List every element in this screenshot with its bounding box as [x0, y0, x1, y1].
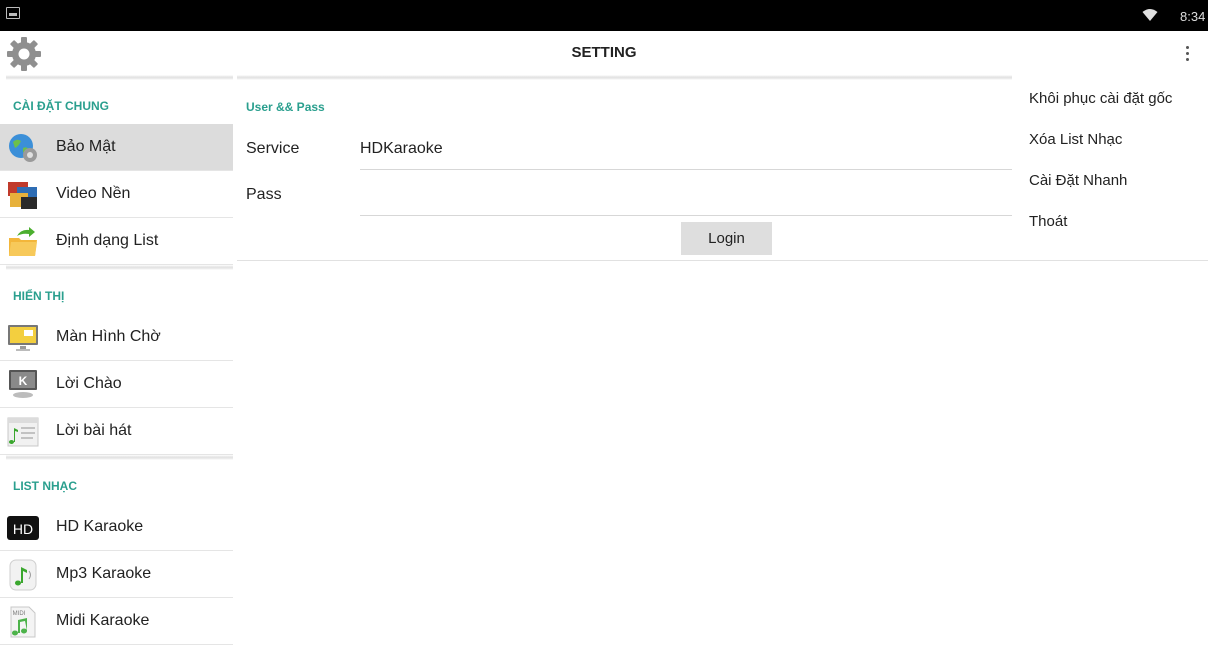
sidebar-item-label: Màn Hình Chờ — [56, 328, 161, 345]
sidebar-item-lyrics[interactable]: Lời bài hát — [0, 408, 233, 455]
svg-text:K: K — [19, 374, 28, 388]
folder-arrow-icon — [9, 227, 37, 256]
midi-file-icon: MIDI — [10, 606, 36, 638]
pass-row: Pass — [237, 170, 1012, 216]
security-panel: User && Pass Service HDKaraoke Pass Logi… — [237, 75, 1208, 261]
status-bar: 8:34 — [0, 0, 1208, 31]
sidebar-item-label: Bảo Mật — [56, 138, 116, 155]
sidebar-item-greeting[interactable]: K Lời Chào — [0, 361, 233, 408]
notification-image-icon — [6, 7, 20, 19]
login-button[interactable]: Login — [681, 222, 772, 255]
service-row: Service HDKaraoke — [237, 124, 1012, 170]
kde-monitor-icon: K — [9, 370, 37, 398]
sidebar-item-security[interactable]: Bảo Mật — [0, 124, 233, 171]
sidebar-item-screensaver[interactable]: Màn Hình Chờ — [0, 314, 233, 361]
section-title: User && Pass — [246, 100, 325, 114]
sidebar-item-hd-karaoke[interactable]: HD HD Karaoke — [0, 504, 233, 551]
menu-item-clear-music-list[interactable]: Xóa List Nhạc — [1012, 116, 1208, 157]
service-field[interactable]: HDKaraoke — [360, 140, 443, 158]
sidebar-item-label: Lời Chào — [56, 375, 122, 392]
globe-gear-icon — [9, 134, 37, 162]
monitor-icon — [8, 325, 38, 351]
page-title: SETTING — [571, 44, 637, 61]
sidebar-item-mp3-karaoke[interactable]: Mp3 Karaoke — [0, 551, 233, 598]
clock: 8:34 — [1180, 9, 1206, 24]
sidebar-item-label: Midi Karaoke — [56, 612, 150, 629]
svg-text:MIDI: MIDI — [13, 611, 26, 617]
overflow-menu: Khôi phục cài đặt gốc Xóa List Nhạc Cài … — [1012, 75, 1208, 239]
menu-item-quick-setup[interactable]: Cài Đặt Nhanh — [1012, 157, 1208, 198]
section-header-general: CÀI ĐẶT CHUNG — [13, 99, 109, 113]
sidebar-item-label: Mp3 Karaoke — [56, 565, 152, 582]
video-collage-icon — [8, 182, 37, 209]
overflow-menu-icon[interactable] — [1184, 46, 1190, 64]
service-label: Service — [246, 140, 300, 157]
sidebar-item-video-background[interactable]: Video Nền — [0, 171, 233, 218]
wifi-icon — [1142, 9, 1158, 21]
settings-sidebar: CÀI ĐẶT CHUNG Bảo Mật Video Nền Định dạn… — [0, 75, 233, 645]
svg-text:HD: HD — [13, 521, 33, 537]
pass-label: Pass — [246, 186, 282, 203]
sidebar-item-label: Định dạng List — [56, 232, 159, 249]
section-header-music-list: LIST NHẠC — [13, 479, 77, 493]
music-note-icon — [9, 559, 37, 591]
menu-item-exit[interactable]: Thoát — [1012, 198, 1208, 239]
sidebar-item-list-format[interactable]: Định dạng List — [0, 218, 233, 265]
sidebar-item-label: Video Nền — [56, 185, 131, 202]
hd-icon: HD — [7, 516, 39, 540]
action-bar: SETTING — [0, 31, 1208, 75]
lyrics-note-icon — [7, 417, 39, 447]
menu-item-factory-reset[interactable]: Khôi phục cài đặt gốc — [1012, 75, 1208, 116]
section-header-display: HIỂN THỊ — [13, 289, 65, 303]
sidebar-item-label: HD Karaoke — [56, 518, 144, 535]
sidebar-item-label: Lời bài hát — [56, 422, 132, 439]
